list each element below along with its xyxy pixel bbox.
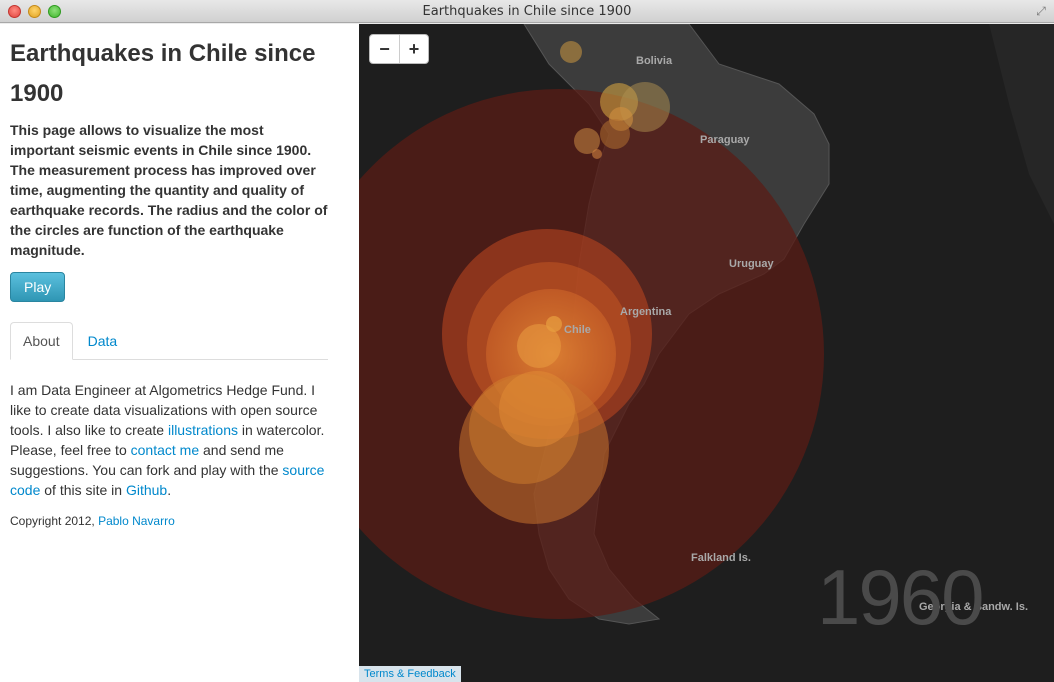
copyright-text: Copyright 2012, <box>10 514 99 528</box>
map-label-uruguay: Uruguay <box>729 258 774 270</box>
tab-about[interactable]: About <box>10 322 73 360</box>
sidebar: Earthquakes in Chile since 1900 This pag… <box>0 24 359 682</box>
window-title: Earthquakes in Chile since 1900 <box>422 4 632 19</box>
map-label-chile: Chile <box>564 324 591 336</box>
illustrations-link[interactable]: illustrations <box>168 422 238 438</box>
github-link[interactable]: Github <box>126 482 167 498</box>
intro-text: This page allows to visualize the most i… <box>10 122 328 258</box>
zoom-in-button[interactable]: + <box>399 35 428 63</box>
map-label-bolivia: Bolivia <box>636 55 673 67</box>
quake-circle <box>546 316 562 332</box>
about-text-part: . <box>167 482 172 498</box>
about-text-part: of this site in <box>40 482 126 498</box>
page-title: Earthquakes in Chile since 1900 <box>10 40 316 107</box>
zoom-out-button[interactable]: − <box>370 35 399 63</box>
copyright: Copyright 2012, Pablo Navarro <box>10 512 349 530</box>
about-text: I am Data Engineer at Algometrics Hedge … <box>10 380 328 500</box>
map-label-falkland: Falkland Is. <box>691 552 751 564</box>
africa-edge-landmass <box>989 24 1054 224</box>
quake-circle <box>499 371 575 447</box>
quake-circle <box>560 41 582 63</box>
map-label-argentina: Argentina <box>620 306 672 318</box>
window-titlebar: Earthquakes in Chile since 1900 ⤢ <box>0 0 1054 23</box>
fullscreen-icon[interactable]: ⤢ <box>1034 4 1048 18</box>
quake-circle <box>600 119 630 149</box>
contact-me-link[interactable]: contact me <box>131 442 199 458</box>
maximize-window-button[interactable] <box>48 5 61 18</box>
map-label-paraguay: Paraguay <box>700 134 750 146</box>
map-view[interactable]: − + Bolivia Paraguay Uruguay Argentina C… <box>359 24 1054 682</box>
play-button[interactable]: Play <box>10 272 66 302</box>
zoom-control: − + <box>369 34 429 64</box>
author-link[interactable]: Pablo Navarro <box>98 514 175 528</box>
tab-bar: About Data <box>10 322 328 360</box>
terms-feedback-link[interactable]: Terms & Feedback <box>359 666 461 682</box>
close-window-button[interactable] <box>8 5 21 18</box>
quake-circle <box>592 149 602 159</box>
minimize-window-button[interactable] <box>28 5 41 18</box>
tab-data[interactable]: Data <box>75 322 131 359</box>
year-display: 1960 <box>817 553 985 641</box>
